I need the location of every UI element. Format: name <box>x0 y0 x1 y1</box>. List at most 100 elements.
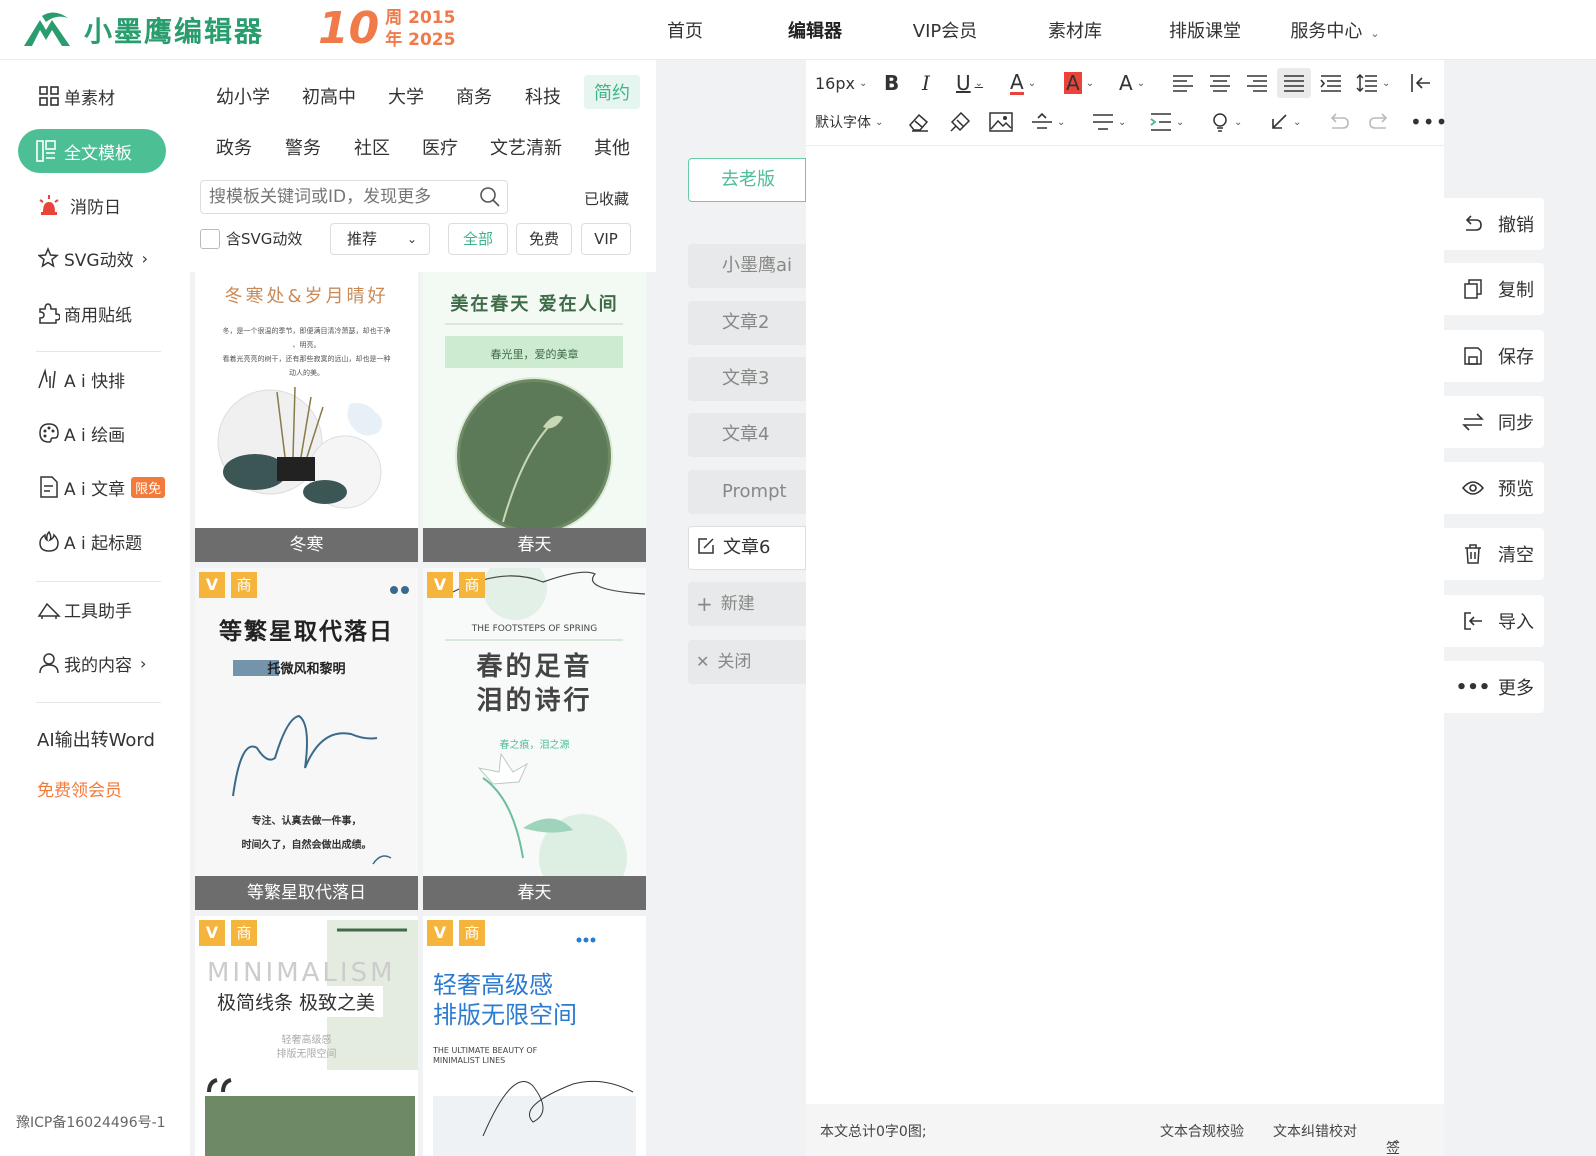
doc-tab[interactable]: 文章4 <box>688 413 806 457</box>
sidebar-item-free-vip[interactable]: 免费领会员 <box>37 773 122 803</box>
template-card[interactable]: V商 MINIMALISM 极简线条 极致之美 轻奢高级感 排版无限空间 <box>195 916 418 1156</box>
background-color-icon[interactable]: A ⌄ <box>1064 68 1094 98</box>
nav-home[interactable]: 首页 <box>620 17 750 43</box>
preview-label: 预览 <box>1498 479 1534 500</box>
card-subtitle: 春光里，爱的美章 <box>490 348 579 361</box>
svg-filter[interactable]: 含SVG动效 <box>200 228 302 249</box>
sidebar-item-tools[interactable]: 工具助手 <box>36 594 132 624</box>
template-card[interactable]: 美在春天 爱在人间 春光里，爱的美章 春天 <box>423 272 646 562</box>
template-card[interactable]: V商 THE FOOTSTEPS OF SPRING 春的足音 泪的诗行 春之痕… <box>423 568 646 910</box>
sync-button[interactable]: 同步 <box>1444 396 1544 448</box>
sidebar-item-my-content[interactable]: 我的内容 › <box>36 648 146 678</box>
clear-button[interactable]: 清空 <box>1444 528 1544 580</box>
image-icon[interactable] <box>989 107 1013 137</box>
category-middle-high[interactable]: 初高中 <box>302 83 356 109</box>
save-button[interactable]: 保存 <box>1444 330 1544 382</box>
sidebar-item-single-material[interactable]: 单素材 <box>36 81 115 111</box>
collected-link[interactable]: 已收藏 <box>584 188 629 209</box>
preview-button[interactable]: 预览 <box>1444 462 1544 514</box>
lightbulb-icon[interactable]: ⌄ <box>1210 107 1242 137</box>
eraser-icon[interactable] <box>908 107 930 137</box>
category-tech[interactable]: 科技 <box>525 83 561 109</box>
align-right-icon[interactable] <box>1246 68 1268 98</box>
line-height-icon[interactable]: ⌄ <box>1356 68 1390 98</box>
sidebar-item-ai-layout[interactable]: A i 快排 <box>36 364 125 394</box>
format-brush-icon[interactable] <box>949 107 971 137</box>
filter-all[interactable]: 全部 <box>448 223 508 255</box>
align-center-icon[interactable] <box>1209 68 1231 98</box>
sidebar-label: 商用贴纸 <box>64 305 132 326</box>
paragraph-spacing-icon[interactable]: ⌄ <box>1092 107 1126 137</box>
arrow-down-left-icon[interactable]: ⌄ <box>1269 107 1301 137</box>
import-button[interactable]: 导入 <box>1444 595 1544 647</box>
nav-service-center[interactable]: 服务中心 ⌄ <box>1270 17 1400 43</box>
sidebar-item-stickers[interactable]: 商用贴纸 <box>36 298 132 328</box>
bold-icon[interactable]: B <box>884 68 899 98</box>
nav-vip[interactable]: VIP会员 <box>880 17 1010 43</box>
sidebar-item-ai-draw[interactable]: A i 绘画 <box>36 418 125 448</box>
category-medical[interactable]: 医疗 <box>422 134 458 160</box>
nav-editor[interactable]: 编辑器 <box>750 17 880 43</box>
font-size-select[interactable]: 16px ⌄ <box>815 68 867 98</box>
proofread-button[interactable]: 文本纠错校对 <box>1273 1121 1357 1141</box>
limited-free-badge: 限免 <box>131 476 166 498</box>
sidebar-item-fire-day[interactable]: 消防日 <box>36 190 121 220</box>
align-justify-icon[interactable] <box>1277 68 1311 98</box>
doc-tab[interactable]: 文章3 <box>688 357 806 401</box>
sidebar-item-svg-effects[interactable]: SVG动效 › <box>36 243 148 273</box>
doc-tab[interactable]: 小墨鹰ai <box>688 244 806 288</box>
template-card[interactable]: V商 轻奢高级感 排版无限空间 THE ULTIMATE BEAUTY OF M… <box>423 916 646 1156</box>
undo-icon[interactable] <box>1328 107 1350 137</box>
margin-icon[interactable]: ⌄ <box>1150 107 1184 137</box>
svg-checkbox[interactable] <box>200 228 220 249</box>
search-icon[interactable] <box>479 186 501 212</box>
template-card[interactable]: 冬寒处&岁月晴好 冬，是一个很温的季节，即便满目清冷萧瑟，却也干净 、明亮。 看… <box>195 272 418 562</box>
icp-license[interactable]: 豫ICP备16024496号-1 <box>16 1112 166 1132</box>
logo[interactable]: 小墨鹰编辑器 <box>22 10 264 50</box>
template-card[interactable]: V商 等繁星取代落日 托微风和黎明 专注、认真去做一件事， 时间久了，自然会做出… <box>195 568 418 910</box>
category-business[interactable]: 商务 <box>456 83 492 109</box>
sidebar-item-ai-word[interactable]: AI输出转Word <box>37 724 155 754</box>
category-university[interactable]: 大学 <box>388 83 424 109</box>
text-spacing-icon[interactable]: A ⌄ <box>1119 68 1145 98</box>
sidebar-item-ai-article[interactable]: A i 文章 限免 <box>36 472 166 502</box>
old-version-button[interactable]: 去老版 <box>688 158 806 202</box>
sidebar-item-ai-title[interactable]: A i 起标题 <box>36 526 142 556</box>
font-family-select[interactable]: 默认字体 ⌄ <box>815 107 883 137</box>
anniversary-number: 10 <box>318 3 380 54</box>
sidebar-item-full-template[interactable]: 全文模板 <box>18 129 166 173</box>
card-badges: V商 <box>199 920 257 946</box>
filter-free[interactable]: 免费 <box>516 223 572 255</box>
doc-tab[interactable]: 文章2 <box>688 301 806 345</box>
redo-icon[interactable] <box>1368 107 1390 137</box>
doc-tab[interactable]: Prompt <box>688 470 806 514</box>
align-left-icon[interactable] <box>1172 68 1194 98</box>
doc-tab-active[interactable]: 文章6 <box>688 526 806 570</box>
divider-icon[interactable]: ⌄ <box>1031 107 1065 137</box>
underline-icon[interactable]: U ⌄ <box>956 68 983 98</box>
category-police[interactable]: 警务 <box>285 134 321 160</box>
exit-icon[interactable] <box>1410 68 1432 98</box>
category-literary[interactable]: 文艺清新 <box>490 134 562 160</box>
filter-vip[interactable]: VIP <box>581 223 631 255</box>
more-icon[interactable]: ••• <box>1410 107 1448 137</box>
nav-classroom[interactable]: 排版课堂 <box>1140 17 1270 43</box>
nav-materials[interactable]: 素材库 <box>1010 17 1140 43</box>
category-other[interactable]: 其他 <box>594 134 630 160</box>
category-government[interactable]: 政务 <box>216 134 252 160</box>
close-doc-button[interactable]: ✕ 关闭 <box>688 640 806 684</box>
category-community[interactable]: 社区 <box>354 134 390 160</box>
italic-icon[interactable]: I <box>922 68 930 98</box>
sort-select[interactable]: 推荐 ⌄ <box>330 223 430 255</box>
card-body-line: 动人的美。 <box>289 369 324 377</box>
category-minimal[interactable]: 简约 <box>584 75 640 109</box>
indent-icon[interactable] <box>1320 68 1342 98</box>
new-doc-button[interactable]: + 新建 <box>688 582 806 626</box>
more-button[interactable]: ••• 更多 <box>1444 661 1544 713</box>
copy-button[interactable]: 复制 <box>1444 263 1544 315</box>
search-input[interactable] <box>209 181 469 213</box>
compliance-check-button[interactable]: 文本合规校验 <box>1160 1121 1244 1141</box>
category-primary[interactable]: 幼小学 <box>216 83 270 109</box>
font-color-icon[interactable]: A ⌄ <box>1010 68 1036 98</box>
undo-button[interactable]: 撤销 <box>1444 198 1544 250</box>
